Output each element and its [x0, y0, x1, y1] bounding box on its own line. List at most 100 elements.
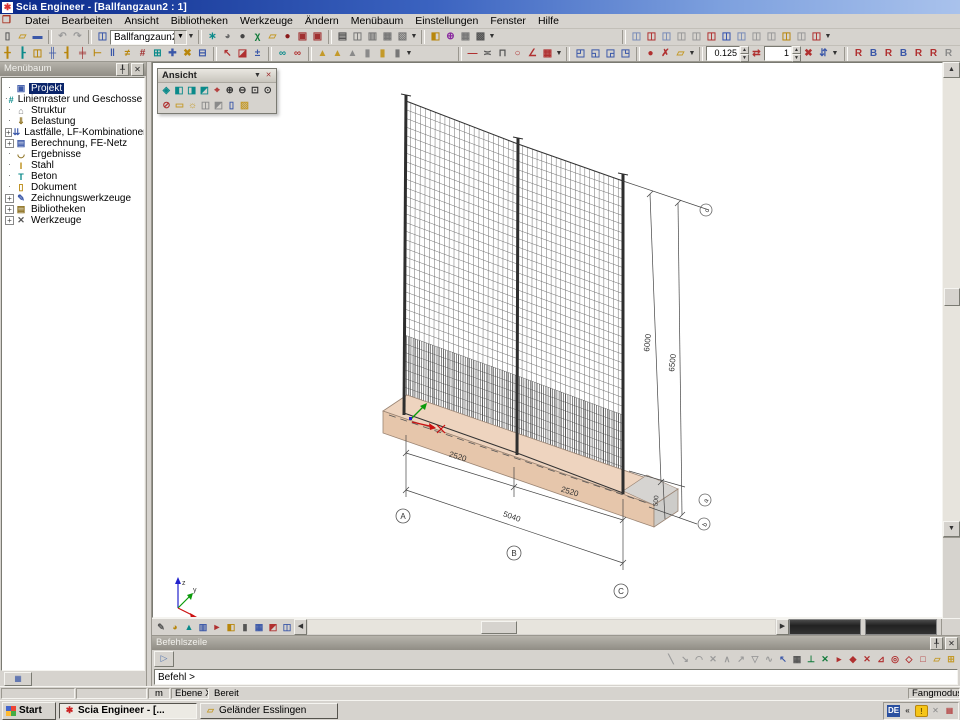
- scroll-down-icon[interactable]: ▼: [943, 521, 960, 537]
- rb-icon-1[interactable]: R: [852, 47, 866, 61]
- status-plane[interactable]: Ebene XY: [171, 688, 209, 699]
- view-panel-9-icon[interactable]: ◫: [750, 30, 764, 44]
- vertical-scroll-thumb[interactable]: [944, 288, 960, 306]
- view-panel-5-icon[interactable]: ◫: [690, 30, 704, 44]
- rb-icon-5[interactable]: R: [912, 47, 926, 61]
- view-panel-3-icon[interactable]: ◫: [660, 30, 674, 44]
- pin-icon[interactable]: ╀: [116, 63, 129, 76]
- calc-node-icon[interactable]: ▲: [316, 47, 330, 61]
- pin-icon[interactable]: ╀: [930, 637, 943, 650]
- hidden-lines-icon[interactable]: ◫: [200, 99, 212, 112]
- results-icon[interactable]: ▮: [361, 47, 375, 61]
- print-preview-icon[interactable]: ◫: [351, 30, 365, 44]
- open-icon[interactable]: ▱: [16, 30, 30, 44]
- wireframe-icon[interactable]: ▭: [174, 99, 186, 112]
- session-icon[interactable]: ◕: [221, 30, 235, 44]
- menu-item-ansicht[interactable]: Ansicht: [118, 15, 164, 27]
- window-layout-icon[interactable]: ◫: [96, 30, 110, 44]
- snap-peak-icon[interactable]: ∧: [721, 653, 734, 666]
- cut-icon[interactable]: ✗: [659, 47, 673, 61]
- sidebar-item-belastung[interactable]: ·⇓Belastung: [2, 116, 144, 127]
- dropdown-icon[interactable]: ▼: [824, 30, 832, 44]
- menu-item-menuebaum[interactable]: Menübaum: [345, 15, 410, 27]
- dropdown-icon[interactable]: ▼: [688, 47, 696, 61]
- tangent-snap-icon[interactable]: ◇: [903, 653, 916, 666]
- snap-clear-icon[interactable]: ✕: [707, 653, 720, 666]
- window-view-icon[interactable]: ◫: [281, 621, 294, 634]
- animation-bar-left[interactable]: [789, 619, 861, 635]
- unlink-icon[interactable]: ∞: [291, 47, 305, 61]
- sidebar-item-berechnung-fe-netz[interactable]: +▤Berechnung, FE-Netz: [2, 138, 144, 149]
- midpoint-snap-icon[interactable]: ◆: [847, 653, 860, 666]
- plate-icon[interactable]: ◫: [31, 47, 45, 61]
- menu-item-fenster[interactable]: Fenster: [484, 15, 532, 27]
- strip-back-icon[interactable]: ◀: [294, 619, 307, 635]
- chevron-down-icon[interactable]: ▼: [252, 71, 263, 81]
- sidebar-item-werkzeuge[interactable]: +✕Werkzeuge: [2, 215, 144, 226]
- menu-item-bearbeiten[interactable]: Bearbeiten: [56, 15, 119, 27]
- cross-snap-icon[interactable]: ✕: [819, 653, 832, 666]
- vertical-scroll-track[interactable]: [943, 78, 960, 521]
- expand-icon[interactable]: +: [5, 128, 12, 137]
- status-unit[interactable]: m: [148, 688, 170, 699]
- copy-icon[interactable]: ◰: [574, 47, 588, 61]
- taskbar-task-scia[interactable]: ✱ Scia Engineer - [...: [59, 703, 197, 719]
- view-panel-4-icon[interactable]: ◫: [675, 30, 689, 44]
- zoom-in-icon[interactable]: ⊕: [224, 84, 236, 97]
- sidebar-item-beton[interactable]: ·TBeton: [2, 171, 144, 182]
- sidebar-item-linienraster-und-geschosse[interactable]: ·#Linienraster und Geschosse: [2, 94, 144, 105]
- node-snap-icon[interactable]: □: [917, 653, 930, 666]
- render-icon[interactable]: ◩: [213, 99, 225, 112]
- sidebar-tab-icon[interactable]: ▦: [4, 672, 32, 686]
- cleaner-icon[interactable]: ▮: [391, 47, 405, 61]
- view-panel-11-icon[interactable]: ◫: [780, 30, 794, 44]
- axo-view-icon[interactable]: ◈: [161, 84, 173, 97]
- pointer-mode-icon[interactable]: ◕: [169, 621, 182, 634]
- rotate-icon[interactable]: ◲: [604, 47, 618, 61]
- scale-spinbox[interactable]: 0.125: [706, 46, 740, 61]
- doc-view-icon[interactable]: ▮: [239, 621, 252, 634]
- view-panel-1-icon[interactable]: ◫: [630, 30, 644, 44]
- snap-ne-icon[interactable]: ↗: [735, 653, 748, 666]
- chart-mode-icon[interactable]: ▥: [197, 621, 210, 634]
- chevron-down-icon[interactable]: ▼: [174, 31, 186, 44]
- zoom-all-icon[interactable]: ⊙: [262, 84, 274, 97]
- sidebar-item-struktur[interactable]: ·⌂Struktur: [2, 105, 144, 116]
- menu-item-datei[interactable]: Datei: [19, 15, 56, 27]
- section-icon[interactable]: ◧: [225, 621, 238, 634]
- column-icon[interactable]: ╂: [1, 47, 15, 61]
- panel-red-icon[interactable]: ▣: [296, 30, 310, 44]
- modify-icon[interactable]: ±: [251, 47, 265, 61]
- tray-close-icon[interactable]: ✕: [929, 705, 942, 717]
- play-icon[interactable]: ►: [211, 621, 224, 634]
- circle-icon[interactable]: ○: [511, 47, 525, 61]
- scale-spin-arrows[interactable]: ▲▼: [740, 46, 749, 61]
- view-params-icon[interactable]: ▨: [239, 99, 251, 112]
- multiplier-spinbox[interactable]: 1: [764, 46, 792, 61]
- expand-icon[interactable]: +: [5, 205, 14, 214]
- plus-icon[interactable]: ✚: [166, 47, 180, 61]
- sidebar-item-zeichnungswerkzeuge[interactable]: +✎Zeichnungswerkzeuge: [2, 193, 144, 204]
- animation-bar-right[interactable]: [865, 619, 937, 635]
- snap-tri-icon[interactable]: ▽: [749, 653, 762, 666]
- close-icon[interactable]: ✕: [131, 63, 144, 76]
- security-shield-icon[interactable]: !: [915, 705, 928, 717]
- sort-icon[interactable]: ⇵: [817, 47, 831, 61]
- endpoint-snap-icon[interactable]: ▸: [833, 653, 846, 666]
- snap-se-icon[interactable]: ↘: [679, 653, 692, 666]
- open-box-icon[interactable]: ⊞: [151, 47, 165, 61]
- run-command-icon[interactable]: ▷: [154, 651, 174, 667]
- horizontal-scroll-track[interactable]: [308, 620, 775, 634]
- snap-folder-icon[interactable]: ▱: [931, 653, 944, 666]
- support-icon[interactable]: ⊢: [91, 47, 105, 61]
- scroll-right-icon[interactable]: ▶: [776, 619, 789, 635]
- cross-del-icon[interactable]: ✖: [181, 47, 195, 61]
- view-panel-2-icon[interactable]: ◫: [645, 30, 659, 44]
- chain-icon[interactable]: ∗: [206, 30, 220, 44]
- haunch-icon[interactable]: ╪: [76, 47, 90, 61]
- command-input[interactable]: [155, 670, 957, 684]
- start-button[interactable]: Start: [2, 702, 56, 720]
- dropdown-icon[interactable]: ▼: [410, 30, 418, 44]
- snap-wave-icon[interactable]: ∿: [763, 653, 776, 666]
- hinge-icon[interactable]: ‖: [106, 47, 120, 61]
